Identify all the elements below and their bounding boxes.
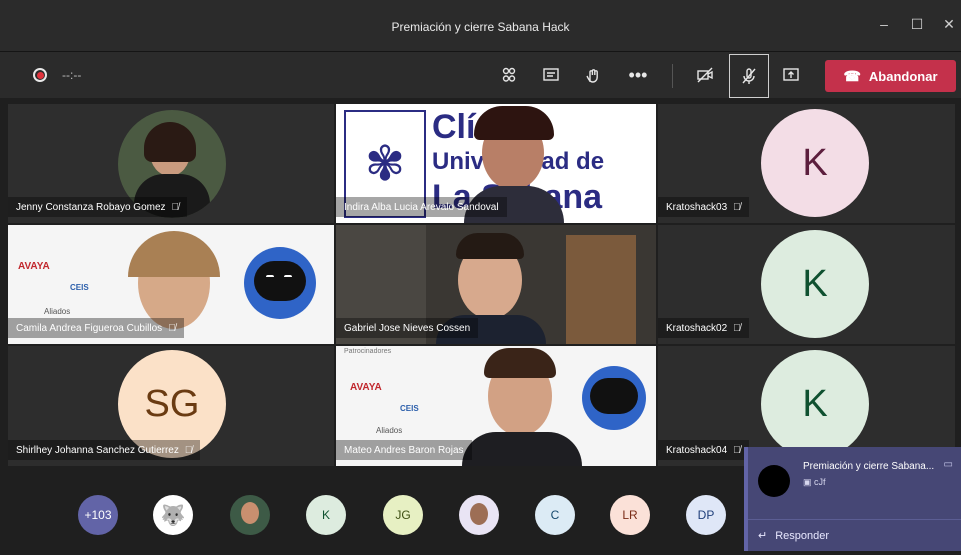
avatar[interactable]: DP <box>686 495 726 535</box>
sponsor-header-label: Patrocinadores <box>344 348 392 355</box>
video-tile[interactable]: Gabriel Jose Nieves Cossen <box>336 225 656 344</box>
participant-name-tag: Shirlhey Johanna Sanchez Gutierrez 🎙̸ <box>8 440 201 460</box>
sponsor-avaya: AVAYA <box>350 382 382 393</box>
maximize-icon[interactable]: ☐ <box>906 16 928 33</box>
notification-subtitle: ▣ cJf <box>803 477 826 487</box>
avatar <box>758 465 790 497</box>
participant-name-tag: Jenny Constanza Robayo Gomez 🎙̸ <box>8 197 188 217</box>
avatar: K <box>761 109 869 217</box>
chat-icon[interactable] <box>538 62 564 88</box>
leave-button[interactable]: ☎ Abandonar <box>825 60 956 92</box>
avatar[interactable]: JG <box>383 495 423 535</box>
participant-name-tag: Kratoshack04 🎙̸ <box>658 440 749 460</box>
video-grid: Jenny Constanza Robayo Gomez🎙̸ ✾ Clínica… <box>8 104 955 466</box>
avatar[interactable]: C <box>535 495 575 535</box>
reply-button[interactable]: ↵ Responder <box>748 519 961 551</box>
more-participants-button[interactable]: +103 <box>78 495 118 535</box>
mic-muted-icon: 🎙̸ <box>184 444 193 456</box>
participant-name-tag: Kratoshack02 🎙̸ <box>658 318 749 338</box>
avatar[interactable]: LR <box>610 495 650 535</box>
participant-name-tag: Indira Alba Lucia Arevalo Sandoval <box>336 197 507 217</box>
notification-title: Premiación y cierre Sabana... <box>803 461 935 472</box>
sponsor-allies-label: Aliados <box>376 426 403 435</box>
video-tile[interactable]: Patrocinadores AVAYA CEIS Aliados Mateo … <box>336 346 656 466</box>
share-screen-icon[interactable] <box>778 62 804 88</box>
participant-photo <box>462 346 582 466</box>
sponsor-ceis: CEIS <box>400 404 419 413</box>
mic-muted-icon: 🎙̸ <box>171 201 180 213</box>
phone-hangup-icon: ☎ <box>843 67 861 84</box>
participants-icon[interactable] <box>496 62 522 88</box>
mute-button[interactable] <box>729 54 769 98</box>
sponsor-allies-label: Aliados <box>44 307 71 316</box>
avatar: K <box>761 230 869 338</box>
more-options-icon[interactable]: ••• <box>625 62 651 88</box>
image-icon: ▣ <box>803 477 812 487</box>
chat-icon: ▭ <box>943 459 953 470</box>
video-tile[interactable]: AVAYA CEIS Aliados Camila Andrea Figuero… <box>8 225 334 344</box>
mic-muted-icon: 🎙̸ <box>733 444 741 456</box>
toolbar-divider <box>672 64 673 88</box>
meeting-toolbar: --:-- ••• <box>0 52 961 98</box>
close-icon[interactable]: ✕ <box>938 16 960 33</box>
chat-notification[interactable]: Premiación y cierre Sabana... ▣ cJf ▭ ↵ R… <box>744 447 961 551</box>
participant-name-tag: Kratoshack03 🎙̸ <box>658 197 749 217</box>
sponsor-avaya: AVAYA <box>18 261 50 272</box>
wolf-avatar-icon[interactable]: 🐺 <box>153 495 193 535</box>
reply-icon: ↵ <box>758 530 768 542</box>
window-title: Premiación y cierre Sabana Hack <box>391 20 570 34</box>
participant-name-tag: Mateo Andres Baron Rojas <box>336 440 472 460</box>
video-tile[interactable]: SG Shirlhey Johanna Sanchez Gutierrez 🎙̸ <box>8 346 334 466</box>
avatar: K <box>761 350 869 458</box>
mic-muted-icon: 🎙̸ <box>733 201 741 213</box>
raise-hand-icon[interactable] <box>580 62 606 88</box>
teams-meeting-window: Premiación y cierre Sabana Hack – ☐ ✕ --… <box>0 0 961 555</box>
video-tile[interactable]: ✾ Clínica Universidad de La Sabana Indir… <box>336 104 656 223</box>
avatar[interactable]: K <box>306 495 346 535</box>
recording-icon <box>33 68 47 82</box>
avatar[interactable] <box>459 495 499 535</box>
meeting-timer: --:-- <box>62 68 82 82</box>
mic-muted-icon: 🎙̸ <box>733 322 741 334</box>
participant-name-tag: Gabriel Jose Nieves Cossen <box>336 318 479 338</box>
minimize-icon[interactable]: – <box>873 16 895 32</box>
reply-label: Responder <box>775 529 830 542</box>
title-bar: Premiación y cierre Sabana Hack – ☐ ✕ <box>0 0 961 52</box>
mic-off-icon <box>742 68 756 84</box>
mic-muted-icon: 🎙̸ <box>168 322 176 334</box>
participant-name-tag: Camila Andrea Figueroa Cubillos 🎙̸ <box>8 318 184 338</box>
video-tile[interactable]: K Kratoshack03 🎙̸ <box>658 104 955 223</box>
video-tile[interactable]: Jenny Constanza Robayo Gomez 🎙̸ <box>8 104 334 223</box>
sponsor-ceis: CEIS <box>70 283 89 292</box>
camera-off-icon[interactable] <box>692 62 718 88</box>
video-tile[interactable]: K Kratoshack02 🎙̸ <box>658 225 955 344</box>
avatar[interactable] <box>230 495 270 535</box>
leave-label: Abandonar <box>868 68 938 84</box>
robot-mascot-icon <box>244 247 316 319</box>
robot-mascot-icon <box>582 366 646 430</box>
